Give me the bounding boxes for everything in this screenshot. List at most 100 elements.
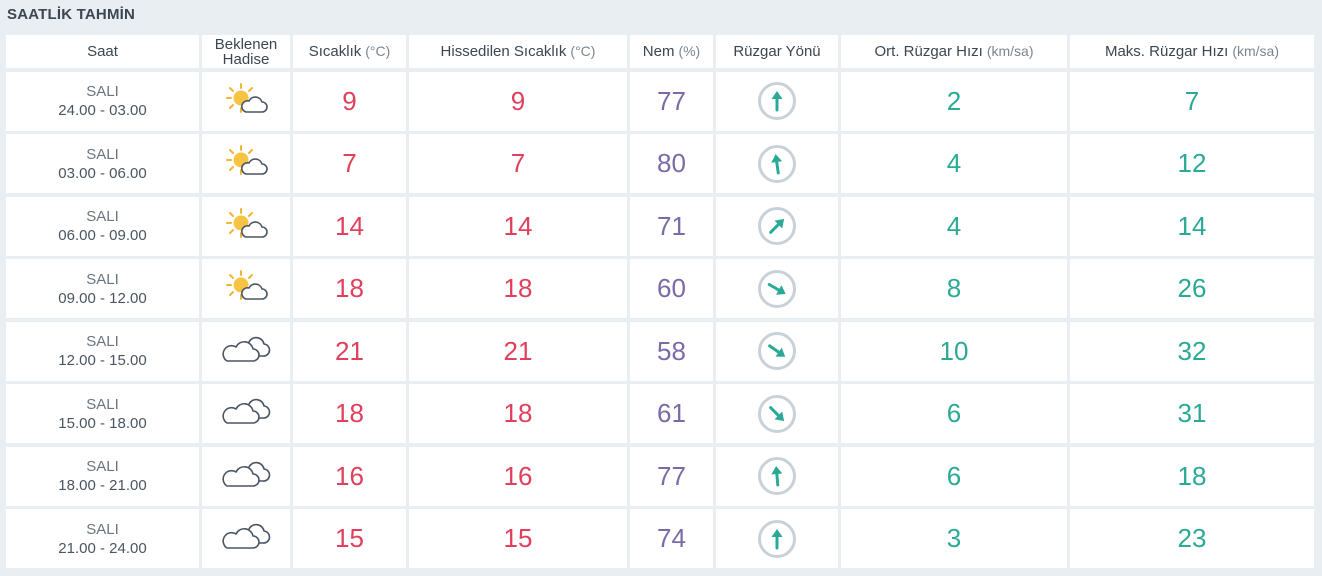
avg-wind-value: 6 [841,384,1067,443]
compass-icon [758,82,796,120]
weather-cell [202,509,290,568]
feels-like-value: 18 [409,384,627,443]
max-wind-value: 12 [1070,134,1314,193]
temperature-value: 18 [293,259,406,318]
partly-cloudy-icon [224,81,268,122]
humidity-value: 71 [630,196,713,256]
hour-day: SALI [86,333,119,350]
header-ruzgar-yonu: Rüzgar Yönü [716,35,838,68]
compass-icon [758,519,796,558]
wind-arrow-icon [765,339,789,363]
header-hissedilen: Hissedilen Sıcaklık (°C) [409,35,627,68]
cloudy-icon [221,396,271,431]
wind-arrow-icon [765,464,789,488]
avg-wind-value: 6 [841,446,1067,506]
wind-direction-cell [716,321,838,381]
header-nem-label: Nem [642,43,675,60]
hour-day: SALI [86,458,119,475]
hour-cell: SALI 06.00 - 09.00 [6,196,199,256]
partly-cloudy-icon [224,143,268,184]
max-wind-value: 7 [1070,71,1314,131]
weather-cell [202,446,290,506]
wind-direction-cell [716,446,838,506]
hour-range: 09.00 - 12.00 [58,289,147,307]
temperature-value: 15 [293,509,406,568]
hour-range: 03.00 - 06.00 [58,164,147,182]
weather-cell [202,321,290,381]
wind-direction-cell [716,134,838,193]
hour-range: 21.00 - 24.00 [58,539,147,557]
avg-wind-value: 3 [841,509,1067,568]
header-ort-ruzgar: Ort. Rüzgar Hızı (km/sa) [841,35,1067,68]
wind-direction-cell [716,259,838,318]
compass-icon [758,332,796,370]
temperature-value: 9 [293,71,406,131]
hour-day: SALI [86,83,119,100]
partly-cloudy-icon [224,268,268,309]
hour-cell: SALI 09.00 - 12.00 [6,259,199,318]
hour-cell: SALI 03.00 - 06.00 [6,134,199,193]
feels-like-value: 7 [409,134,627,193]
hourly-forecast-table: Saat Beklenen Hadise Sıcaklık (°C) Hisse… [6,35,1314,568]
weather-cell [202,196,290,256]
header-hissedilen-unit: (°C) [570,43,596,59]
max-wind-value: 14 [1070,196,1314,256]
max-wind-value: 18 [1070,446,1314,506]
feels-like-value: 14 [409,196,627,256]
hour-day: SALI [86,520,119,538]
header-maks-ruzgar-unit: (km/sa) [1232,43,1280,59]
hour-cell: SALI 24.00 - 03.00 [6,71,199,131]
weather-cell [202,71,290,131]
avg-wind-value: 2 [841,71,1067,131]
compass-icon [758,457,796,495]
hour-cell: SALI 21.00 - 24.00 [6,509,199,568]
temperature-value: 21 [293,321,406,381]
wind-arrow-icon [765,277,789,301]
feels-like-value: 9 [409,71,627,131]
compass-icon [758,144,796,183]
header-ruzgar-yonu-label: Rüzgar Yönü [733,43,821,60]
wind-direction-cell [716,196,838,256]
feels-like-value: 15 [409,509,627,568]
max-wind-value: 23 [1070,509,1314,568]
compass-icon [758,269,796,308]
compass-icon [758,207,796,245]
hour-range: 06.00 - 09.00 [58,227,147,244]
max-wind-value: 31 [1070,384,1314,443]
hour-range: 18.00 - 21.00 [58,477,147,494]
hour-range: 24.00 - 03.00 [58,102,147,119]
hour-day: SALI [86,395,119,413]
humidity-value: 77 [630,446,713,506]
section-title: SAATLİK TAHMİN [7,6,136,23]
hour-range: 12.00 - 15.00 [58,352,147,369]
avg-wind-value: 4 [841,196,1067,256]
hour-range: 15.00 - 18.00 [58,414,147,432]
avg-wind-value: 4 [841,134,1067,193]
humidity-value: 80 [630,134,713,193]
temperature-value: 14 [293,196,406,256]
header-maks-ruzgar-label: Maks. Rüzgar Hızı [1104,43,1229,60]
humidity-value: 74 [630,509,713,568]
hour-day: SALI [86,208,119,225]
temperature-value: 16 [293,446,406,506]
avg-wind-value: 8 [841,259,1067,318]
header-saat-label: Saat [87,43,118,60]
avg-wind-value: 10 [841,321,1067,381]
wind-direction-cell [716,384,838,443]
humidity-value: 60 [630,259,713,318]
hour-cell: SALI 12.00 - 15.00 [6,321,199,381]
header-sicaklik-unit: (°C) [365,43,391,59]
hour-day: SALI [86,270,119,288]
header-sicaklik: Sıcaklık (°C) [293,35,406,68]
hour-day: SALI [86,145,119,163]
wind-arrow-icon [765,402,789,426]
feels-like-value: 16 [409,446,627,506]
header-maks-ruzgar: Maks. Rüzgar Hızı (km/sa) [1070,35,1314,68]
feels-like-value: 21 [409,321,627,381]
humidity-value: 61 [630,384,713,443]
header-hadise-line1: Beklenen [214,35,278,53]
temperature-value: 18 [293,384,406,443]
wind-direction-cell [716,509,838,568]
cloudy-icon [221,334,271,369]
cloudy-icon [221,521,271,556]
